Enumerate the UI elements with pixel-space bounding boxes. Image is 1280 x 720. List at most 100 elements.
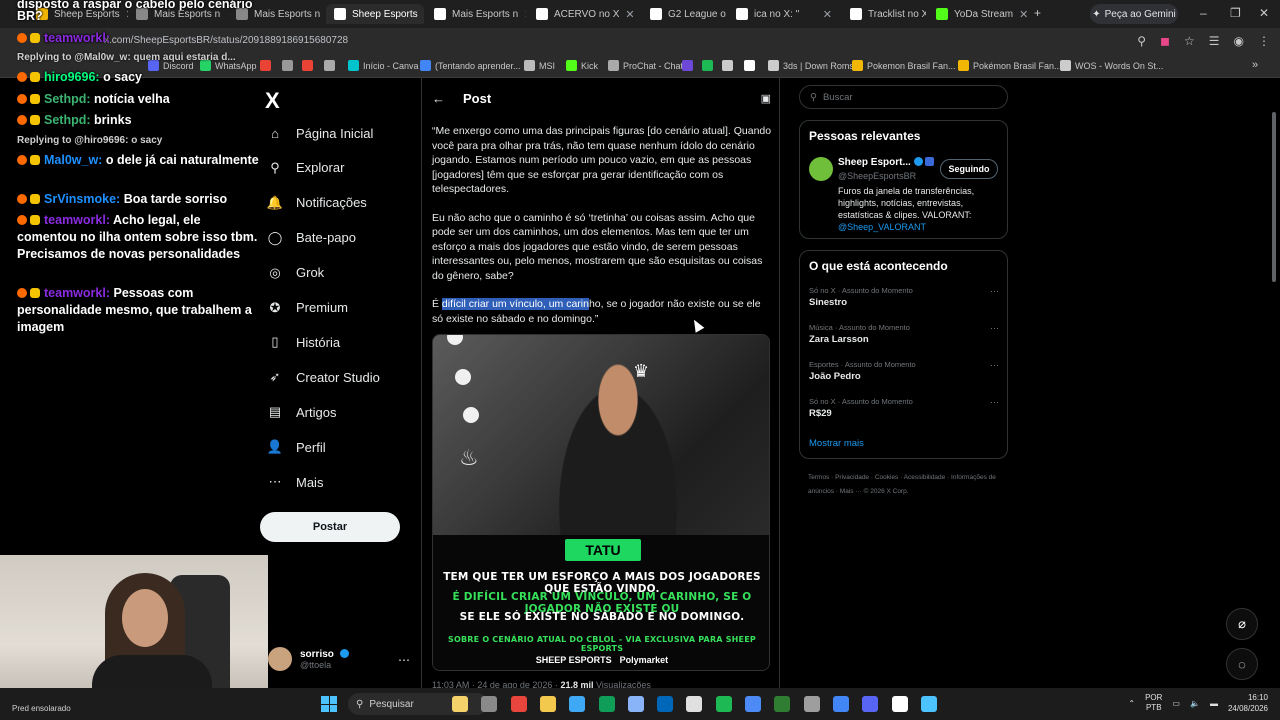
- nav-item-perfil[interactable]: 👤 Perfil: [267, 432, 326, 462]
- weather-widget[interactable]: Pred ensolarado: [12, 704, 71, 713]
- trend-item[interactable]: Música · Assunto do Momento Zara Larsson ⋯: [809, 323, 999, 345]
- relevant-account-name[interactable]: Sheep Esport...: [838, 157, 934, 168]
- bookmark-item[interactable]: Pokemon Brasil Fan...: [852, 60, 956, 71]
- bio-link[interactable]: @Sheep_VALORANT: [838, 222, 926, 232]
- battery-icon[interactable]: ▬: [1210, 699, 1218, 708]
- browser-tab[interactable]: Sheep Esports✕: [326, 4, 424, 24]
- nav-item-mais[interactable]: ⋯ Mais: [268, 467, 324, 497]
- following-button[interactable]: Seguindo: [940, 159, 998, 179]
- footer-links[interactable]: Termos · Privacidade · Cookies · Acessib…: [808, 471, 1008, 499]
- avatar[interactable]: [809, 157, 833, 181]
- browser-tab[interactable]: ica no X: " ✕: [728, 4, 840, 24]
- windows-start-icon[interactable]: [321, 696, 337, 712]
- bookmark-item[interactable]: [302, 60, 317, 71]
- bookmark-item[interactable]: 3ds | Down Roms: [768, 60, 854, 71]
- taskbar-app-icon[interactable]: [745, 696, 761, 712]
- taskbar-app-icon[interactable]: [862, 696, 879, 712]
- bookmark-item[interactable]: (Tentando aprender...: [420, 60, 521, 71]
- more-options-icon[interactable]: ⋯: [398, 653, 410, 667]
- close-tab-icon[interactable]: ✕: [1019, 8, 1028, 21]
- taskbar-app-icon[interactable]: [686, 696, 703, 712]
- clock[interactable]: 16:10 24/08/2026: [1228, 692, 1268, 714]
- account-switcher[interactable]: sorriso @ttoela ⋯: [268, 647, 410, 671]
- taskbar-app-icon[interactable]: [774, 696, 791, 712]
- taskbar-app-icon[interactable]: [832, 696, 849, 712]
- bookmark-item[interactable]: WOS - Words On St...: [1060, 60, 1163, 71]
- taskbar-app-icon[interactable]: [452, 696, 468, 712]
- maximize-button[interactable]: ❐: [1230, 6, 1241, 20]
- trend-more-icon[interactable]: ⋯: [990, 323, 999, 334]
- bookmark-item[interactable]: Início - Canva: [348, 60, 419, 71]
- taskbar-app-icon[interactable]: [715, 696, 732, 712]
- bookmark-item[interactable]: MSI: [524, 60, 555, 71]
- back-arrow-icon[interactable]: ←: [432, 91, 445, 106]
- bookmark-item[interactable]: [282, 60, 297, 71]
- bookmark-item[interactable]: [722, 60, 737, 71]
- nav-item-artigos[interactable]: ▤ Artigos: [268, 397, 337, 427]
- taskbar-app-icon[interactable]: [598, 696, 615, 712]
- trend-more-icon[interactable]: ⋯: [990, 360, 999, 371]
- taskbar-app-icon[interactable]: [569, 696, 586, 712]
- browser-tab[interactable]: G2 League of L✕: [642, 4, 726, 24]
- extension-icon[interactable]: ◼: [1160, 34, 1170, 48]
- bookmark-item[interactable]: [324, 60, 339, 71]
- bookmarks-chevron-icon[interactable]: »: [1252, 59, 1258, 71]
- star-icon[interactable]: ☆: [1184, 34, 1195, 48]
- nav-item-creator-studio[interactable]: ➶ Creator Studio: [268, 362, 380, 392]
- nav-item-premium[interactable]: ✪ Premium: [268, 293, 348, 323]
- sidebar-icon[interactable]: ☰: [1209, 34, 1220, 48]
- trend-more-icon[interactable]: ⋯: [990, 397, 999, 408]
- nav-item-bate-papo[interactable]: ◯ Bate-papo: [268, 223, 356, 253]
- taskbar-app-icon[interactable]: [627, 696, 644, 712]
- close-tab-icon[interactable]: ✕: [625, 8, 634, 21]
- search-input[interactable]: ⚲ Buscar: [799, 85, 1008, 109]
- taskbar-app-icon[interactable]: [539, 696, 556, 712]
- browser-tab[interactable]: Tracklist no X:✕: [842, 4, 926, 24]
- messages-float-icon[interactable]: ◌: [1226, 648, 1258, 680]
- post-button[interactable]: Postar: [260, 512, 400, 542]
- nav-item-hist-ria[interactable]: ▯ História: [268, 327, 340, 357]
- taskbar-app-icon[interactable]: [803, 696, 820, 712]
- nav-item-explorar[interactable]: ⚲ Explorar: [268, 153, 344, 183]
- bookmark-item[interactable]: Pokémon Brasil Fan...: [958, 60, 1062, 71]
- x-logo-icon[interactable]: X: [265, 88, 280, 114]
- tray-chevron-icon[interactable]: ⌃: [1128, 699, 1135, 708]
- nav-item-p-gina-inicial[interactable]: ⌂ Página Inicial: [268, 118, 373, 148]
- taskbar-app-icon[interactable]: [481, 696, 498, 712]
- browser-tab[interactable]: YoDa Stream ✕: [928, 4, 1030, 24]
- taskbar-app-icon[interactable]: [920, 696, 937, 712]
- trend-item[interactable]: Só no X · Assunto do Momento Sinestro ⋯: [809, 286, 999, 308]
- volume-icon[interactable]: 🔈: [1190, 699, 1200, 708]
- grok-float-icon[interactable]: ⌀: [1226, 608, 1258, 640]
- page-scrollbar[interactable]: [1272, 112, 1276, 282]
- menu-icon[interactable]: ⋮: [1258, 34, 1270, 48]
- trend-item[interactable]: Esportes · Assunto do Momento João Pedro ⋯: [809, 360, 999, 382]
- show-more-link[interactable]: Mostrar mais: [809, 438, 864, 449]
- minimize-button[interactable]: –: [1200, 6, 1207, 20]
- nav-item-notifica-es[interactable]: 🔔 Notificações: [267, 188, 367, 218]
- new-tab-button[interactable]: +: [1034, 6, 1041, 20]
- bookmark-item[interactable]: [702, 60, 717, 71]
- browser-tab[interactable]: ACERVO no X ✕: [528, 4, 638, 24]
- gemini-button[interactable]: ✦ Peça ao Gemini: [1090, 4, 1178, 24]
- close-window-button[interactable]: ✕: [1259, 6, 1269, 20]
- zoom-icon[interactable]: ⚲: [1137, 34, 1146, 48]
- browser-tab[interactable]: Mais Esports n ✕: [426, 4, 526, 24]
- bookmark-item[interactable]: [744, 60, 759, 71]
- bookmark-item[interactable]: [682, 60, 697, 71]
- trend-more-icon[interactable]: ⋯: [990, 286, 999, 297]
- profile-avatar-icon[interactable]: ◉: [1234, 34, 1244, 48]
- taskbar-app-icon[interactable]: [891, 696, 908, 712]
- network-icon[interactable]: ▭: [1172, 699, 1180, 708]
- language-indicator[interactable]: POR PTB: [1145, 693, 1162, 713]
- post-image[interactable]: ♛ ♨ TATU TEM QUE TER UM ESFORÇO A MAIS D…: [432, 334, 770, 671]
- nav-item-grok[interactable]: ◎ Grok: [268, 258, 324, 288]
- bookmark-item[interactable]: Kick: [566, 60, 598, 71]
- bookmark-item[interactable]: ProChat - Chat: [608, 60, 683, 71]
- close-tab-icon[interactable]: ✕: [524, 8, 526, 21]
- taskbar-app-icon[interactable]: [657, 696, 674, 712]
- taskbar-app-icon[interactable]: [510, 696, 527, 712]
- bookmark-item[interactable]: [260, 60, 275, 71]
- reader-mode-icon[interactable]: ▣: [761, 92, 771, 105]
- trend-item[interactable]: Só no X · Assunto do Momento R$29 ⋯: [809, 397, 999, 419]
